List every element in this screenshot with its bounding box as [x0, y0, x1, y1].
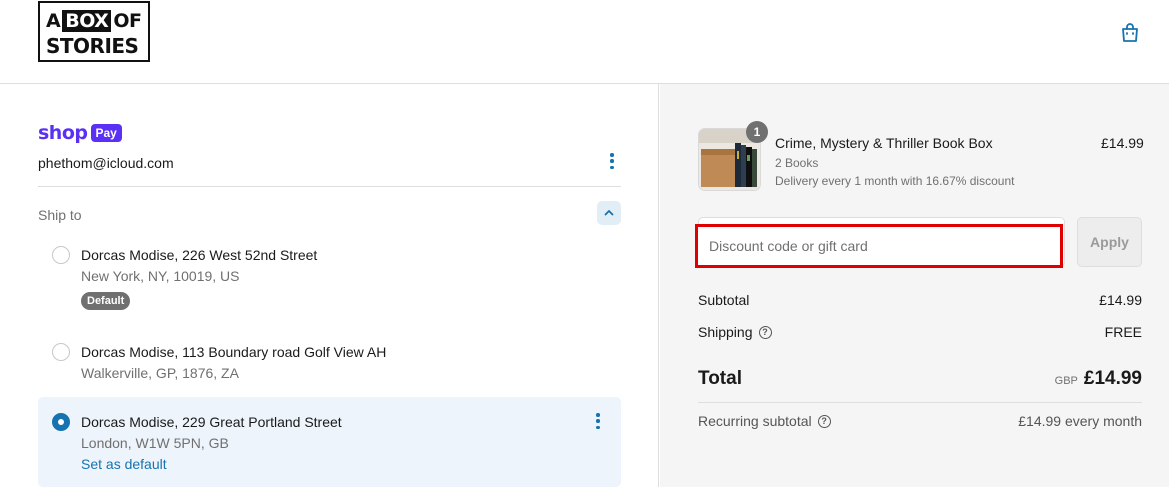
pay-pill: Pay — [90, 124, 122, 142]
address-option-3-selected[interactable]: Dorcas Modise, 229 Great Portland Street… — [38, 397, 621, 487]
product-title: Crime, Mystery & Thriller Book Box — [775, 135, 993, 151]
address-line-1: Dorcas Modise, 226 West 52nd Street — [81, 247, 318, 263]
logo-of-word: OF — [113, 10, 142, 32]
kebab-menu-icon[interactable] — [604, 151, 620, 171]
address-line-1: Dorcas Modise, 113 Boundary road Golf Vi… — [81, 344, 387, 360]
help-icon[interactable]: ? — [758, 325, 772, 339]
divider — [38, 186, 621, 187]
product-price: £14.99 — [1101, 135, 1144, 151]
chevron-up-icon[interactable] — [597, 201, 621, 225]
address-line-1: Dorcas Modise, 229 Great Portland Street — [81, 414, 342, 430]
address-radio[interactable] — [52, 246, 70, 264]
a-box-of-stories-logo[interactable]: A BOX OF STORIES — [38, 1, 150, 62]
logo-stories-word: STORIES — [46, 34, 139, 58]
divider — [698, 402, 1142, 403]
discount-input-highlight[interactable] — [695, 224, 1063, 268]
currency-code: GBP — [1054, 375, 1078, 387]
total-value-group: GBP £14.99 — [1055, 368, 1142, 390]
recurring-value: £14.99 every month — [1018, 413, 1142, 429]
total-amount: £14.99 — [1083, 368, 1142, 389]
header: A BOX OF STORIES — [0, 0, 1169, 84]
address-radio-selected[interactable] — [52, 413, 70, 431]
checkout-main: shop Pay phethom@icloud.com Ship to Dorc… — [0, 84, 659, 487]
shopping-bag-icon[interactable] — [1118, 21, 1142, 45]
logo-letter-a: A — [46, 10, 61, 32]
apply-discount-button[interactable]: Apply — [1077, 217, 1142, 267]
recurring-label: Recurring subtotal — [698, 413, 812, 429]
address-line-2: Walkerville, GP, 1876, ZA — [81, 365, 239, 381]
shipping-value: FREE — [1104, 324, 1142, 340]
quantity-badge: 1 — [746, 121, 768, 143]
help-icon[interactable]: ? — [817, 414, 831, 428]
address-radio[interactable] — [52, 343, 70, 361]
account-email: phethom@icloud.com — [38, 155, 174, 171]
order-summary: 1 Crime, Mystery & Thriller Book Box 2 B… — [660, 84, 1169, 487]
address-line-2: New York, NY, 10019, US — [81, 268, 240, 284]
default-badge: Default — [81, 292, 131, 310]
product-detail: 2 Books — [775, 156, 819, 170]
logo-row-1: A BOX OF — [46, 9, 142, 33]
address-option-1[interactable]: Dorcas Modise, 226 West 52nd Street New … — [38, 239, 621, 319]
total-label: Total — [698, 368, 742, 389]
shop-pay-logo: shop Pay — [38, 122, 122, 144]
kebab-menu-icon[interactable] — [590, 411, 606, 431]
address-line-2: London, W1W 5PN, GB — [81, 435, 229, 451]
address-option-2[interactable]: Dorcas Modise, 113 Boundary road Golf Vi… — [38, 336, 621, 384]
recurring-row: Recurring subtotal ? — [698, 413, 831, 429]
logo-box-word: BOX — [62, 10, 112, 32]
subtotal-value: £14.99 — [1099, 292, 1142, 308]
product-delivery: Delivery every 1 month with 16.67% disco… — [775, 174, 1015, 188]
shipping-row: Shipping ? — [698, 324, 772, 340]
discount-code-input[interactable] — [709, 236, 1049, 256]
subtotal-label: Subtotal — [698, 292, 750, 308]
shipping-label: Shipping — [698, 324, 753, 340]
shop-word: shop — [38, 122, 88, 144]
set-as-default-link[interactable]: Set as default — [81, 456, 167, 472]
ship-to-heading: Ship to — [38, 207, 82, 223]
